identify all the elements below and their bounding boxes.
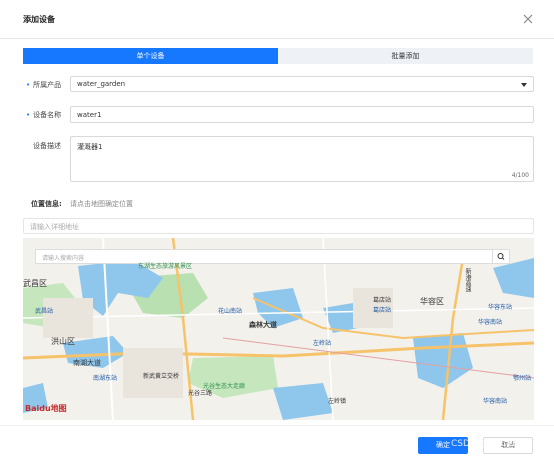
map-view[interactable]: 请输入搜索内容 武昌区 洪山区 南湖大道 森林大道 华容区 新武黄立交桥 光谷三…	[23, 238, 534, 420]
product-label: • 所属产品	[26, 80, 61, 90]
map-station-9: 华容南站	[483, 398, 508, 405]
product-select[interactable]: water_garden	[70, 76, 534, 92]
map-label-nanhu: 南湖大道	[73, 359, 101, 367]
tab-single-device[interactable]: 单个设备	[23, 48, 278, 64]
device-desc-label: 设备描述	[33, 142, 61, 150]
map-label-xinggang: 新港高速	[464, 268, 471, 292]
device-name-input[interactable]: water1	[70, 106, 534, 123]
footer-divider	[0, 425, 554, 426]
tab-bar: 单个设备 批量添加	[23, 48, 533, 64]
close-icon[interactable]	[522, 13, 534, 25]
map-station-8: 鄂州站	[513, 375, 532, 382]
char-counter: 4/100	[511, 172, 529, 179]
map-station-4: 葛店站	[373, 307, 392, 314]
device-name-label: • 设备名称	[26, 110, 61, 120]
tab-batch-add[interactable]: 批量添加	[278, 48, 533, 64]
map-search-placeholder: 请输入搜索内容	[42, 255, 85, 262]
baidu-map-logo: Baidu地图	[25, 404, 67, 413]
map-label-zuoling: 左岭镇	[328, 398, 347, 405]
device-name-value: water1	[77, 111, 102, 119]
map-station-7: 华容东站	[488, 304, 513, 311]
map-station-1: 武昌站	[35, 308, 54, 315]
map-park-donghu: 东湖生态旅游风景区	[138, 263, 193, 270]
map-label-wuchang: 武昌区	[23, 279, 47, 288]
map-station-6: 华容南站	[478, 319, 503, 326]
map-label-gedian: 葛店站	[373, 297, 392, 304]
map-label-senlin: 森林大道	[249, 321, 277, 329]
required-mark: •	[26, 111, 31, 119]
map-station-5: 南湖东站	[93, 375, 118, 382]
map-canvas[interactable]	[23, 238, 534, 420]
search-icon	[497, 253, 505, 260]
map-search-input[interactable]: 请输入搜索内容	[35, 249, 510, 264]
map-search-button[interactable]	[492, 250, 509, 263]
map-station-2: 花山南站	[218, 308, 243, 315]
product-label-text: 所属产品	[33, 81, 62, 89]
device-name-label-text: 设备名称	[33, 111, 62, 119]
location-hint: 请点击地图确定位置	[70, 200, 133, 208]
map-label-hongshan: 洪山区	[51, 337, 75, 346]
map-label-xinwu: 新武黄立交桥	[143, 373, 180, 380]
map-label-huarong: 华容区	[420, 297, 444, 306]
add-device-dialog: 添加设备 单个设备 批量添加 • 所属产品 water_garden • 设备名称 …	[0, 0, 554, 458]
watermark: CSDN @AI-Cement	[451, 439, 536, 449]
location-label: 位置信息:	[31, 200, 62, 208]
map-park-guanggu: 光谷生态大走廊	[203, 383, 246, 390]
required-mark: •	[26, 81, 31, 89]
product-select-value: water_garden	[77, 80, 126, 88]
map-station-3: 左岭站	[313, 340, 332, 347]
device-desc-textarea[interactable]: 灌溉器1 4/100	[70, 136, 534, 182]
dialog-title: 添加设备	[23, 15, 55, 24]
chevron-down-icon	[521, 83, 527, 87]
address-placeholder: 请输入详细地址	[30, 223, 79, 231]
device-desc-value: 灌溉器1	[77, 143, 103, 151]
dialog-header: 添加设备	[0, 0, 554, 39]
address-input[interactable]: 请输入详细地址	[23, 218, 534, 234]
